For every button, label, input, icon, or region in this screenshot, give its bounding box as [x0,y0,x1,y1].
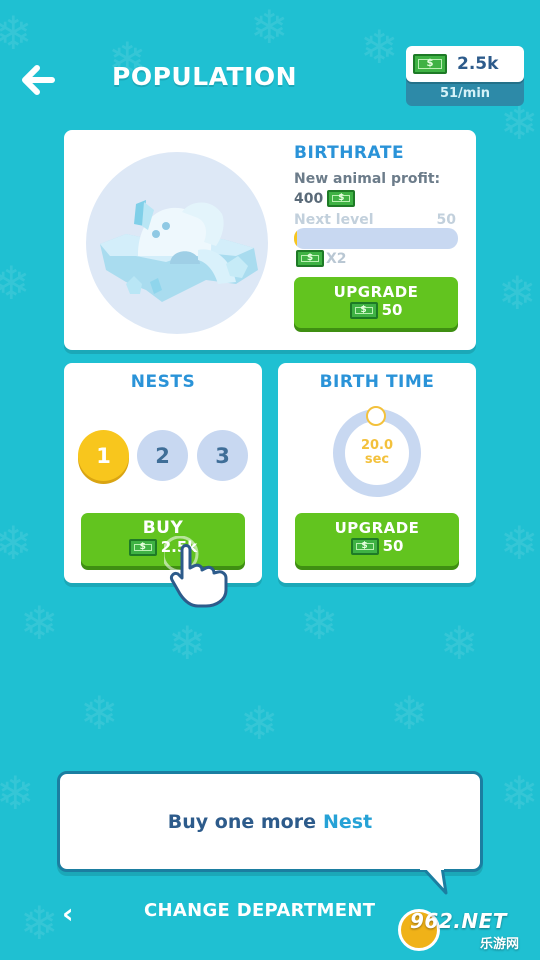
cash-icon [296,250,324,267]
hint-text: Buy one more [167,810,316,833]
snowflake-icon: ❄ [20,596,59,650]
upgrade-birthrate-button[interactable]: UPGRADE 50 [294,277,458,328]
snowflake-icon: ❄ [80,686,119,740]
snowflake-icon: ❄ [300,596,339,650]
snowflake-icon: ❄ [498,266,537,320]
watermark-text: 962.NET [410,909,507,933]
back-arrow-icon[interactable] [18,60,58,100]
timer-readout: 20.0 sec [333,439,421,467]
change-department-button[interactable]: CHANGE DEPARTMENT [144,900,375,921]
upgrade-birth-time-button[interactable]: UPGRADE 50 [295,513,459,566]
profit-label: New animal profit: [294,171,441,187]
next-level-label: Next level [294,212,374,228]
upgrade-label: UPGRADE [333,283,419,301]
cash-icon [413,54,447,74]
buy-label: BUY [142,518,184,538]
cash-icon [128,538,157,556]
hint-highlight: Nest [323,810,373,833]
timer-value: 20.0 [360,438,394,453]
birth-time-heading: BIRTH TIME [319,372,435,392]
snowflake-icon: ❄ [20,896,59,950]
snowflake-icon: ❄ [0,256,31,310]
timer-unit: sec [364,452,390,467]
upgrade-price-row: 50 [294,301,458,319]
multiplier-value: X2 [326,250,347,267]
nest-level-3: 3 [197,430,248,481]
igloo-illustration [86,152,268,334]
level-progress-bar [294,228,458,249]
birthrate-card: BIRTHRATE New animal profit: 400 Next le… [64,130,476,350]
timer-knob [366,406,386,426]
snowflake-icon: ❄ [500,516,539,570]
snowflake-icon: ❄ [440,616,479,670]
cash-icon [350,537,379,555]
snowflake-icon: ❄ [500,96,539,150]
page-title: POPULATION [112,62,298,91]
currency-display: 2.5k 51/min [406,46,524,106]
snowflake-icon: ❄ [0,766,35,820]
nest-level-1: 1 [78,430,129,481]
bubble-tail [420,867,448,895]
snowflake-icon: ❄ [360,20,399,74]
currency-amount: 2.5k [457,54,499,74]
profit-value-row: 400 [294,190,356,207]
snowflake-icon: ❄ [168,616,207,670]
multiplier-row: X2 [296,250,347,267]
level-progress-fill [294,228,298,249]
next-level-value: 50 [436,212,456,228]
snowflake-icon: ❄ [0,6,33,60]
cash-icon [349,301,378,319]
watermark: 962.NET 乐游网 [398,905,536,955]
upgrade-price: 50 [381,301,403,319]
hint-bubble: Buy one more Nest [57,771,483,872]
cash-icon [327,190,356,207]
pointing-hand-icon [164,536,228,608]
nests-heading: NESTS [130,372,196,392]
snowflake-icon: ❄ [250,0,289,54]
snowflake-icon: ❄ [240,696,279,750]
chevron-left-icon[interactable]: ‹ [62,897,74,930]
upgrade-price: 50 [382,537,404,555]
nest-level-2: 2 [137,430,188,481]
upgrade-price-row: 50 [295,537,459,555]
snowflake-icon: ❄ [390,686,429,740]
profit-value: 400 [294,190,324,207]
upgrade-label: UPGRADE [334,519,420,537]
snowflake-icon: ❄ [0,516,33,570]
snowflake-icon: ❄ [500,766,539,820]
income-rate: 51/min [406,78,524,106]
birth-time-card: BIRTH TIME 20.0 sec UPGRADE 50 [278,363,476,583]
watermark-subtext: 乐游网 [480,937,520,952]
birthrate-heading: BIRTHRATE [294,143,405,163]
igloo-icon [100,200,258,302]
